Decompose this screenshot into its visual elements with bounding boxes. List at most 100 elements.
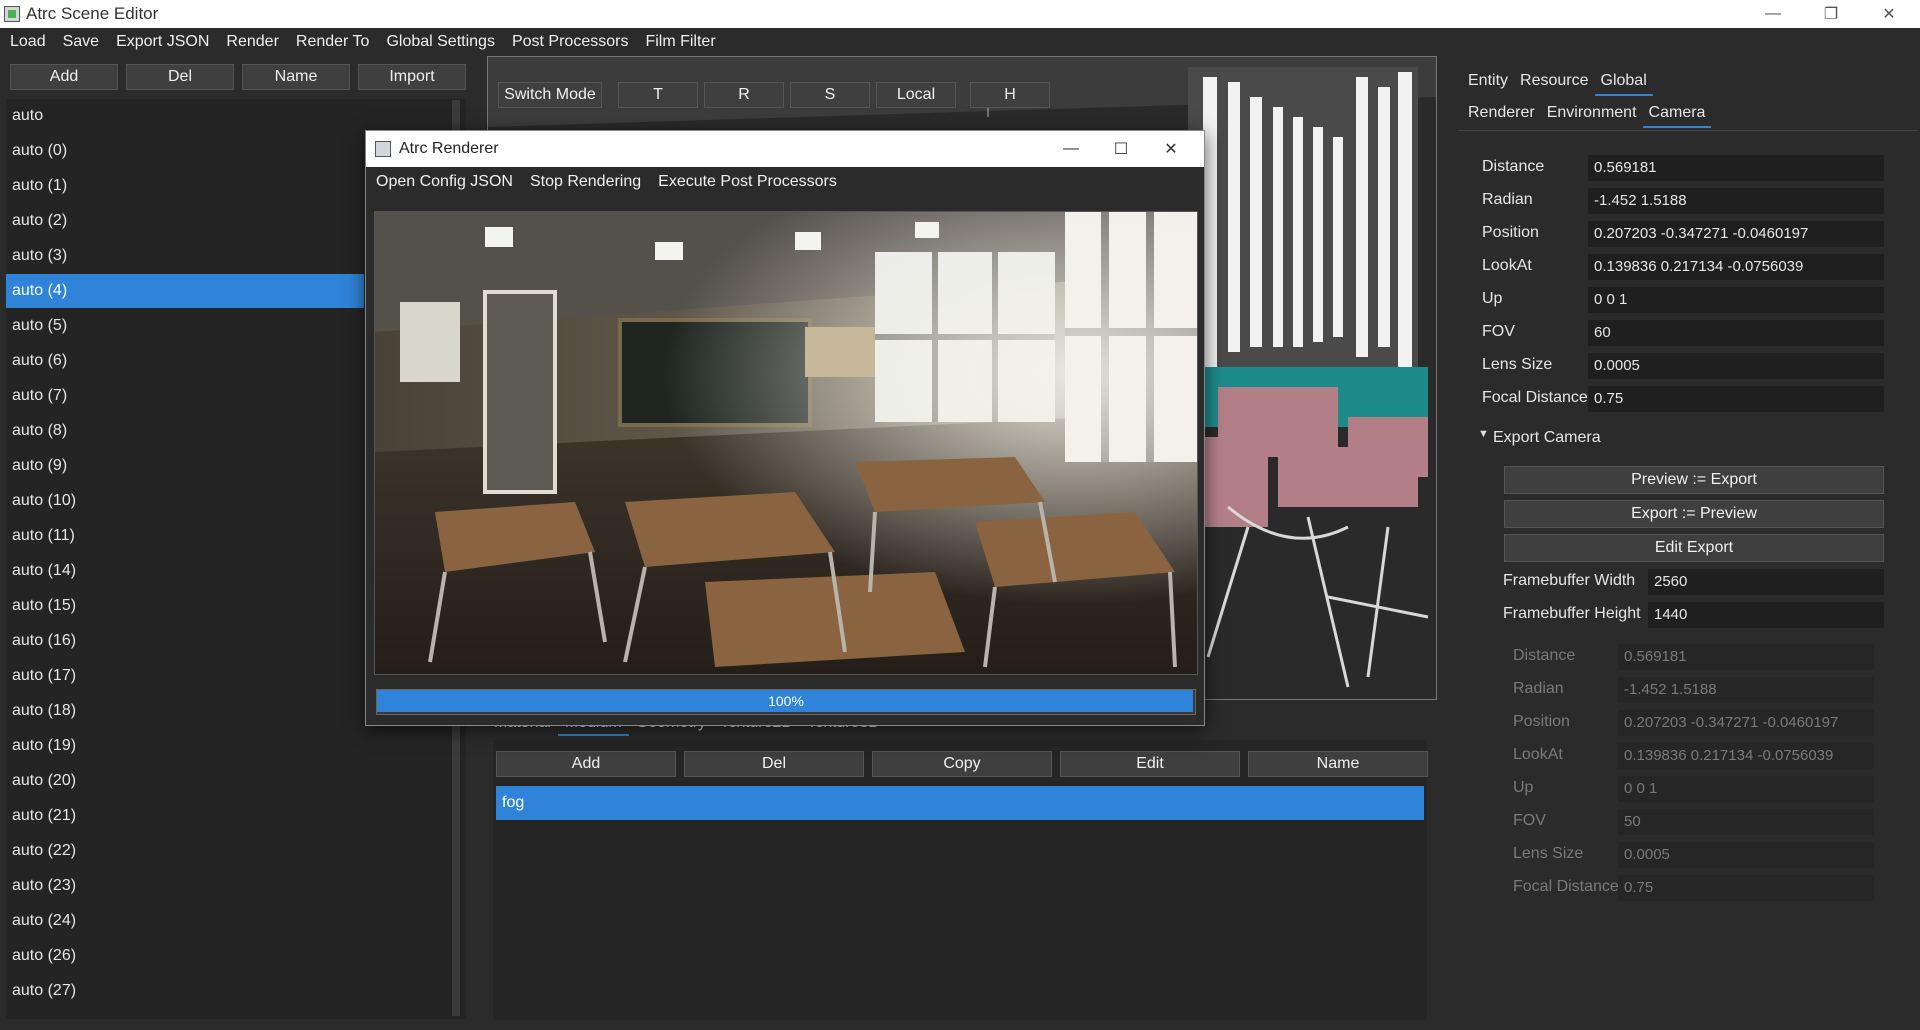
delete-resource-button[interactable]: Del [684,751,864,777]
camera-focal-distance-label: Focal Distance [1482,389,1588,406]
tab-camera[interactable]: Camera [1642,100,1712,128]
close-icon[interactable]: ✕ [1860,0,1918,28]
camera-lookat-label: LookAt [1482,257,1532,274]
copy-resource-button[interactable]: Copy [872,751,1052,777]
camera-lens-size-field[interactable]: 0.0005 [1588,353,1884,379]
edit-export-button[interactable]: Edit Export [1504,534,1884,562]
list-item[interactable]: auto [6,99,364,133]
export-radian-label: Radian [1513,680,1564,697]
export-focal-distance-field: 0.75 [1618,875,1874,901]
list-item[interactable]: auto (6) [6,344,364,378]
list-item[interactable]: auto (8) [6,414,364,448]
list-item[interactable]: auto (22) [6,834,364,868]
delete-entity-button[interactable]: Del [126,64,234,90]
framebuffer-height-field[interactable]: 1440 [1648,602,1884,628]
export-lens-size-label: Lens Size [1513,845,1584,862]
hide-button[interactable]: H [970,82,1050,108]
tab-renderer[interactable]: Renderer [1462,100,1541,128]
list-item[interactable]: auto (23) [6,869,364,903]
list-item[interactable]: auto (21) [6,799,364,833]
rename-resource-button[interactable]: Name [1248,751,1428,777]
switch-mode-button[interactable]: Switch Mode [498,82,602,108]
tab-global[interactable]: Global [1594,68,1653,96]
tab-environment[interactable]: Environment [1541,100,1643,128]
export-radian-field: -1.452 1.5188 [1618,677,1874,703]
camera-up-field[interactable]: 0 0 1 [1588,287,1884,313]
list-item[interactable]: auto (14) [6,554,364,588]
menu-film-filter[interactable]: Film Filter [635,33,722,51]
edit-resource-button[interactable]: Edit [1060,751,1240,777]
framebuffer-width-field[interactable]: 2560 [1648,569,1884,595]
list-item[interactable]: auto (24) [6,904,364,938]
scale-button[interactable]: S [790,82,870,108]
list-item[interactable]: auto (26) [6,939,364,973]
tab-resource[interactable]: Resource [1514,68,1594,96]
export-lens-size-field: 0.0005 [1618,842,1874,868]
add-resource-button[interactable]: Add [496,751,676,777]
render-output-image [374,211,1198,675]
close-icon[interactable]: ✕ [1146,135,1196,163]
dialog-title-bar: Atrc Renderer — ☐ ✕ [366,131,1204,167]
tabs-divider [1459,130,1917,131]
restore-icon[interactable]: ❐ [1802,0,1860,28]
list-item[interactable]: auto (10) [6,484,364,518]
collapse-arrow-icon[interactable]: ▼ [1478,428,1489,440]
camera-distance-field[interactable]: 0.569181 [1588,155,1884,181]
list-item[interactable]: auto (3) [6,239,364,273]
list-item[interactable]: auto (0) [6,134,364,168]
menu-export-json[interactable]: Export JSON [106,33,216,51]
list-item[interactable]: auto (20) [6,764,364,798]
camera-fov-label: FOV [1482,323,1515,340]
local-button[interactable]: Local [876,82,956,108]
menu-global-settings[interactable]: Global Settings [376,33,502,51]
camera-position-field[interactable]: 0.207203 -0.347271 -0.0460197 [1588,221,1884,247]
export-position-label: Position [1513,713,1570,730]
list-item[interactable]: auto (1) [6,169,364,203]
menu-execute-post-processors[interactable]: Execute Post Processors [648,173,844,191]
resource-list-item-selected[interactable]: fog [496,786,1424,820]
list-item[interactable]: auto (2) [6,204,364,238]
import-entity-button[interactable]: Import [358,64,466,90]
menubar: Load Save Export JSON Render Render To G… [0,28,1920,56]
list-item[interactable]: auto (19) [6,729,364,763]
list-item[interactable]: auto (15) [6,589,364,623]
renderer-dialog: Atrc Renderer — ☐ ✕ Open Config JSON Sto… [365,130,1205,726]
resource-list-panel [493,740,1427,1020]
camera-radian-field[interactable]: -1.452 1.5188 [1588,188,1884,214]
preview-from-export-button[interactable]: Preview := Export [1504,466,1884,494]
export-from-preview-button[interactable]: Export := Preview [1504,500,1884,528]
list-item[interactable]: auto (18) [6,694,364,728]
rotate-button[interactable]: R [704,82,784,108]
menu-render-to[interactable]: Render To [286,33,377,51]
menu-stop-rendering[interactable]: Stop Rendering [520,173,648,191]
minimize-icon[interactable]: — [1744,0,1802,28]
camera-fov-field[interactable]: 60 [1588,320,1884,346]
list-item[interactable]: auto (5) [6,309,364,343]
list-item-selected[interactable]: auto (4) [6,274,364,308]
maximize-icon[interactable]: ☐ [1096,135,1146,163]
dialog-app-icon [375,141,391,157]
main-tabs: Entity Resource Global [1462,68,1653,96]
list-item[interactable]: auto (11) [6,519,364,553]
export-camera-header[interactable]: Export Camera [1493,429,1601,447]
tab-entity[interactable]: Entity [1462,68,1514,96]
menu-render[interactable]: Render [216,33,285,51]
menu-post-processors[interactable]: Post Processors [502,33,635,51]
minimize-icon[interactable]: — [1046,135,1096,163]
camera-distance-label: Distance [1482,158,1545,175]
list-item[interactable]: auto (7) [6,379,364,413]
add-entity-button[interactable]: Add [10,64,118,90]
list-item[interactable]: auto (27) [6,974,364,1008]
menu-open-config-json[interactable]: Open Config JSON [366,173,520,191]
list-item[interactable]: auto (17) [6,659,364,693]
list-item[interactable]: auto (16) [6,624,364,658]
list-item[interactable]: auto (9) [6,449,364,483]
rename-entity-button[interactable]: Name [242,64,350,90]
camera-focal-distance-field[interactable]: 0.75 [1588,386,1884,412]
camera-lookat-field[interactable]: 0.139836 0.217134 -0.0756039 [1588,254,1884,280]
translate-button[interactable]: T [618,82,698,108]
menu-load[interactable]: Load [0,33,53,51]
export-lookat-label: LookAt [1513,746,1563,763]
menu-save[interactable]: Save [53,33,106,51]
camera-radian-label: Radian [1482,191,1533,208]
